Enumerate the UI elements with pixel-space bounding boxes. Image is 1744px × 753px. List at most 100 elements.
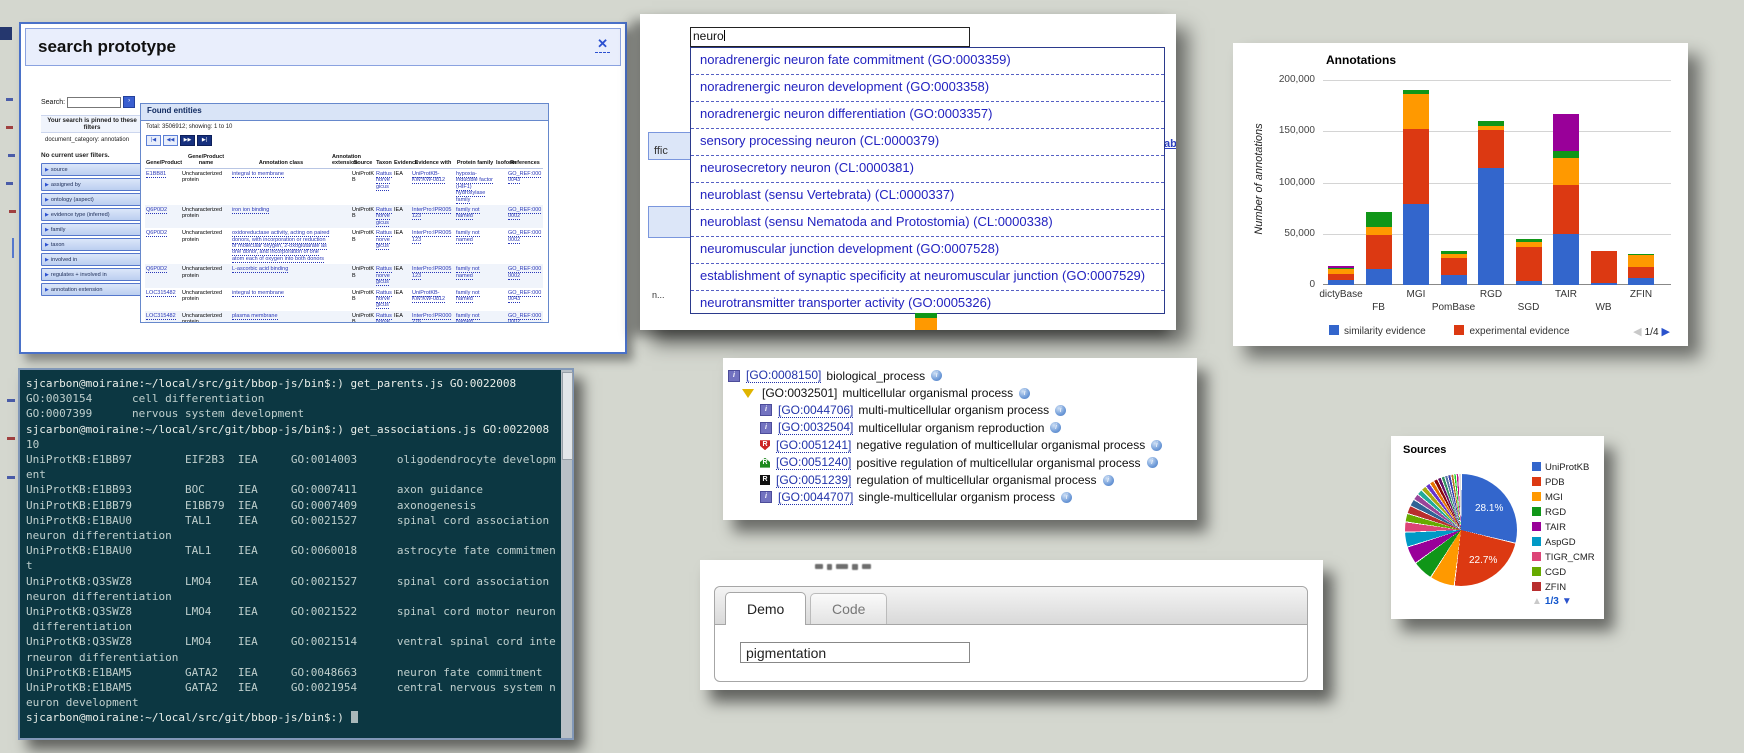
cell-link[interactable]: UniProtKB-KW:KW-0812 (412, 171, 445, 184)
cell-link[interactable]: Q6P0D2 (146, 207, 167, 214)
results-summary: Total: 3506912; showing: 1 to 10 (141, 121, 548, 131)
autocomplete-item[interactable]: neurotransmitter transporter activity (G… (691, 291, 1164, 314)
cell-link[interactable]: GO_REF:0000002 (508, 230, 541, 243)
cell-link[interactable]: LOC315482 (146, 290, 176, 297)
cell-link[interactable]: family not named (456, 207, 480, 220)
cell-link[interactable]: Rattus norvegicus (376, 266, 392, 286)
cell-link[interactable]: family not named (456, 290, 480, 303)
info-icon[interactable]: i (1147, 457, 1158, 468)
hidden-chart-fragment (915, 313, 937, 330)
cell-link[interactable]: integral to membrane (232, 290, 284, 297)
search-go-button[interactable]: › (123, 96, 135, 108)
autocomplete-input[interactable]: neuro (690, 27, 970, 47)
autocomplete-item[interactable]: noradrenergic neuron differentiation (GO… (691, 102, 1164, 129)
cell-link[interactable]: GO_REF:0000043 (508, 290, 541, 303)
cell-link[interactable]: Q6P0D2 (146, 266, 167, 273)
go-term-label: multi-multicellular organism process (858, 403, 1049, 417)
go-term-id-link[interactable]: [GO:0044706] (778, 403, 853, 418)
pager-up-icon[interactable]: ▲ (1532, 596, 1542, 607)
cell-link[interactable]: InterPro:IPR000276 (412, 313, 451, 323)
cell-link[interactable]: integral to membrane (232, 171, 284, 178)
results-pager-button[interactable]: |◀ (146, 135, 161, 146)
column-header: Annotation extension (331, 152, 351, 169)
cell-link[interactable]: family not named (456, 313, 480, 323)
cell-link[interactable]: plasma membrane (232, 313, 278, 320)
cell-link[interactable]: iron ion binding (232, 207, 269, 214)
cell-link[interactable]: Rattus norvegicus (376, 207, 392, 227)
go-term-id-link[interactable]: [GO:0032504] (778, 420, 853, 435)
go-term-id-link[interactable]: [GO:0051239] (776, 473, 851, 488)
results-pager-button[interactable]: ◀◀ (163, 135, 178, 146)
cell-text: UniProtKB (352, 266, 374, 278)
filter-accordion-item[interactable]: ▶involved in (41, 253, 143, 266)
cell-link[interactable]: Rattus norvegicus (376, 313, 392, 323)
cell-link[interactable]: InterPro:IPR005123 (412, 266, 451, 279)
filter-accordion-item[interactable]: ▶annotation extension (41, 283, 143, 296)
autocomplete-item[interactable]: noradrenergic neuron fate commitment (GO… (691, 48, 1164, 75)
cell-link[interactable]: Rattus norvegicus (376, 171, 392, 191)
results-pager-button[interactable]: ▶| (197, 135, 212, 146)
cell-link[interactable]: Q6P0D2 (146, 230, 167, 237)
go-term-id-link[interactable]: [GO:0008150] (746, 368, 821, 383)
expanded-node-icon[interactable] (742, 389, 754, 398)
autocomplete-item[interactable]: neurosecretory neuron (CL:0000381) (691, 156, 1164, 183)
cell-link[interactable]: InterPro:IPR005123 (412, 207, 451, 220)
cell-link[interactable]: E1BB81 (146, 171, 166, 178)
info-icon[interactable]: i (1151, 440, 1162, 451)
table-cell-with: InterPro:IPR005123 (411, 264, 455, 287)
autocomplete-item[interactable]: neuroblast (sensu Nematoda and Protostom… (691, 210, 1164, 237)
filter-accordion-item[interactable]: ▶family (41, 223, 143, 236)
cell-link[interactable]: Rattus norvegicus (376, 290, 392, 310)
info-icon[interactable]: i (1103, 475, 1114, 486)
tab-code[interactable]: Code (810, 593, 887, 624)
cell-link[interactable]: Rattus norvegicus (376, 230, 392, 250)
filter-accordion-item[interactable]: ▶taxon (41, 238, 143, 251)
cell-link[interactable]: hypoxia-inducible factor (HIF1) hydroxyl… (456, 171, 493, 204)
y-tick-label: 200,000 (1245, 74, 1315, 85)
info-icon[interactable]: i (1055, 405, 1066, 416)
bar-segment (1516, 239, 1542, 242)
close-icon[interactable]: ✕ (595, 36, 610, 53)
autocomplete-item[interactable]: noradrenergic neuron development (GO:000… (691, 75, 1164, 102)
go-term-id-link[interactable]: [GO:0044707] (778, 490, 853, 505)
cell-link[interactable]: GO_REF:0000002 (508, 207, 541, 220)
go-term-id-link[interactable]: [GO:0051241] (776, 438, 851, 453)
cell-link[interactable]: LOC315482 (146, 313, 176, 320)
cell-link[interactable]: family not named (456, 230, 480, 243)
scrollbar-thumb[interactable] (562, 372, 573, 460)
cell-link[interactable]: UniProtKB-KW:KW-0812 (412, 290, 445, 303)
cell-link[interactable]: family not named (456, 266, 480, 279)
info-icon[interactable]: i (1019, 388, 1030, 399)
cell-link[interactable]: L-ascorbic acid binding (232, 266, 288, 273)
go-term-id-link[interactable]: [GO:0051240] (776, 455, 851, 470)
autocomplete-item[interactable]: sensory processing neuron (CL:0000379) (691, 129, 1164, 156)
info-icon[interactable]: i (931, 370, 942, 381)
info-icon[interactable]: i (1061, 492, 1072, 503)
table-cell-isoform (495, 228, 507, 264)
filter-accordion-item[interactable]: ▶assigned by (41, 178, 143, 191)
cell-link[interactable]: GO_REF:0000002 (508, 313, 541, 323)
table-cell-isoform (495, 288, 507, 311)
filter-accordion-item[interactable]: ▶regulates + involved in (41, 268, 143, 281)
bar-segment (1553, 114, 1579, 151)
cell-link[interactable]: GO_REF:0000043 (508, 171, 541, 184)
cell-link[interactable]: GO_REF:0000002 (508, 266, 541, 279)
autocomplete-item[interactable]: neuromuscular junction development (GO:0… (691, 237, 1164, 264)
autocomplete-item[interactable]: establishment of synaptic specificity at… (691, 264, 1164, 291)
pager-next-icon[interactable]: ▶ (1662, 326, 1670, 338)
demo-text-input[interactable] (740, 642, 970, 663)
results-pager-button[interactable]: ▶▶ (180, 135, 195, 146)
search-input[interactable] (67, 97, 121, 108)
scrollbar[interactable] (561, 370, 572, 738)
cell-link[interactable]: InterPro:IPR005123 (412, 230, 451, 243)
filter-accordion-item[interactable]: ▶source (41, 163, 143, 176)
pager-prev-icon[interactable]: ◀ (1633, 326, 1641, 338)
pager-down-icon[interactable]: ▼ (1562, 596, 1572, 607)
filter-accordion-item[interactable]: ▶evidence type (inferred) (41, 208, 143, 221)
found-entities-panel: Found entities Total: 3506912; showing: … (140, 103, 549, 323)
cell-link[interactable]: oxidoreductase activity, acting on paire… (232, 230, 329, 263)
info-icon[interactable]: i (1050, 422, 1061, 433)
autocomplete-item[interactable]: neuroblast (sensu Vertebrata) (CL:000033… (691, 183, 1164, 210)
tab-demo[interactable]: Demo (725, 592, 806, 625)
filter-accordion-item[interactable]: ▶ontology (aspect) (41, 193, 143, 206)
